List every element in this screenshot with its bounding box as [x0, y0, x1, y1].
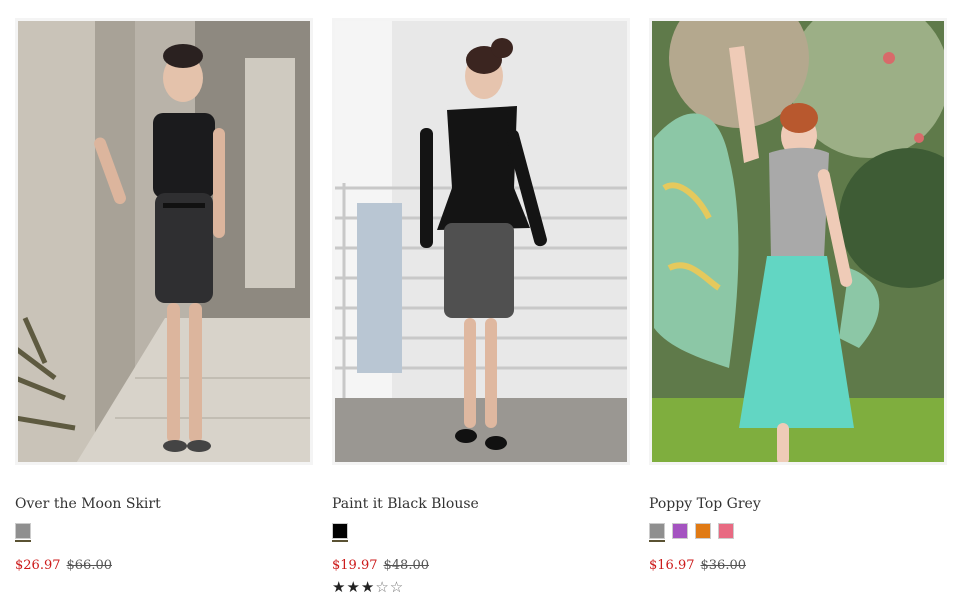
color-swatch-pink[interactable]: [718, 523, 734, 539]
price-block: $16.97 $36.00: [649, 558, 947, 574]
product-card: Poppy Top Grey $16.97 $36.00: [649, 18, 947, 574]
price-block: $19.97 $48.00: [332, 558, 630, 574]
original-price: $36.00: [700, 558, 747, 573]
product-photo: [649, 18, 947, 465]
sale-price: $16.97: [649, 558, 695, 573]
sale-price: $26.97: [15, 558, 61, 573]
product-photo: [15, 18, 313, 465]
color-swatches: [15, 523, 313, 543]
star-rating: ★★★☆☆: [332, 578, 630, 596]
product-image-link[interactable]: [15, 18, 313, 465]
color-swatch-orange[interactable]: [695, 523, 711, 539]
product-grid: Over the Moon Skirt $26.97 $66.00 Paint …: [0, 0, 972, 599]
empty-stars: ☆☆: [375, 578, 405, 596]
color-swatch-black[interactable]: [332, 523, 348, 542]
color-swatches: [332, 523, 630, 543]
original-price: $48.00: [383, 558, 430, 573]
product-image-link[interactable]: [649, 18, 947, 465]
color-swatch-purple[interactable]: [672, 523, 688, 539]
product-photo: [332, 18, 630, 465]
product-name-link[interactable]: Paint it Black Blouse: [332, 495, 630, 513]
price-block: $26.97 $66.00: [15, 558, 313, 574]
product-card: Over the Moon Skirt $26.97 $66.00: [15, 18, 313, 574]
product-image-link[interactable]: [332, 18, 630, 465]
original-price: $66.00: [66, 558, 113, 573]
color-swatch-grey[interactable]: [649, 523, 665, 542]
color-swatch-grey[interactable]: [15, 523, 31, 542]
sale-price: $19.97: [332, 558, 378, 573]
product-name-link[interactable]: Over the Moon Skirt: [15, 495, 313, 513]
filled-stars: ★★★: [332, 578, 376, 596]
color-swatches: [649, 523, 947, 543]
product-name-link[interactable]: Poppy Top Grey: [649, 495, 947, 513]
product-card: Paint it Black Blouse $19.97 $48.00 ★★★☆☆: [332, 18, 630, 596]
